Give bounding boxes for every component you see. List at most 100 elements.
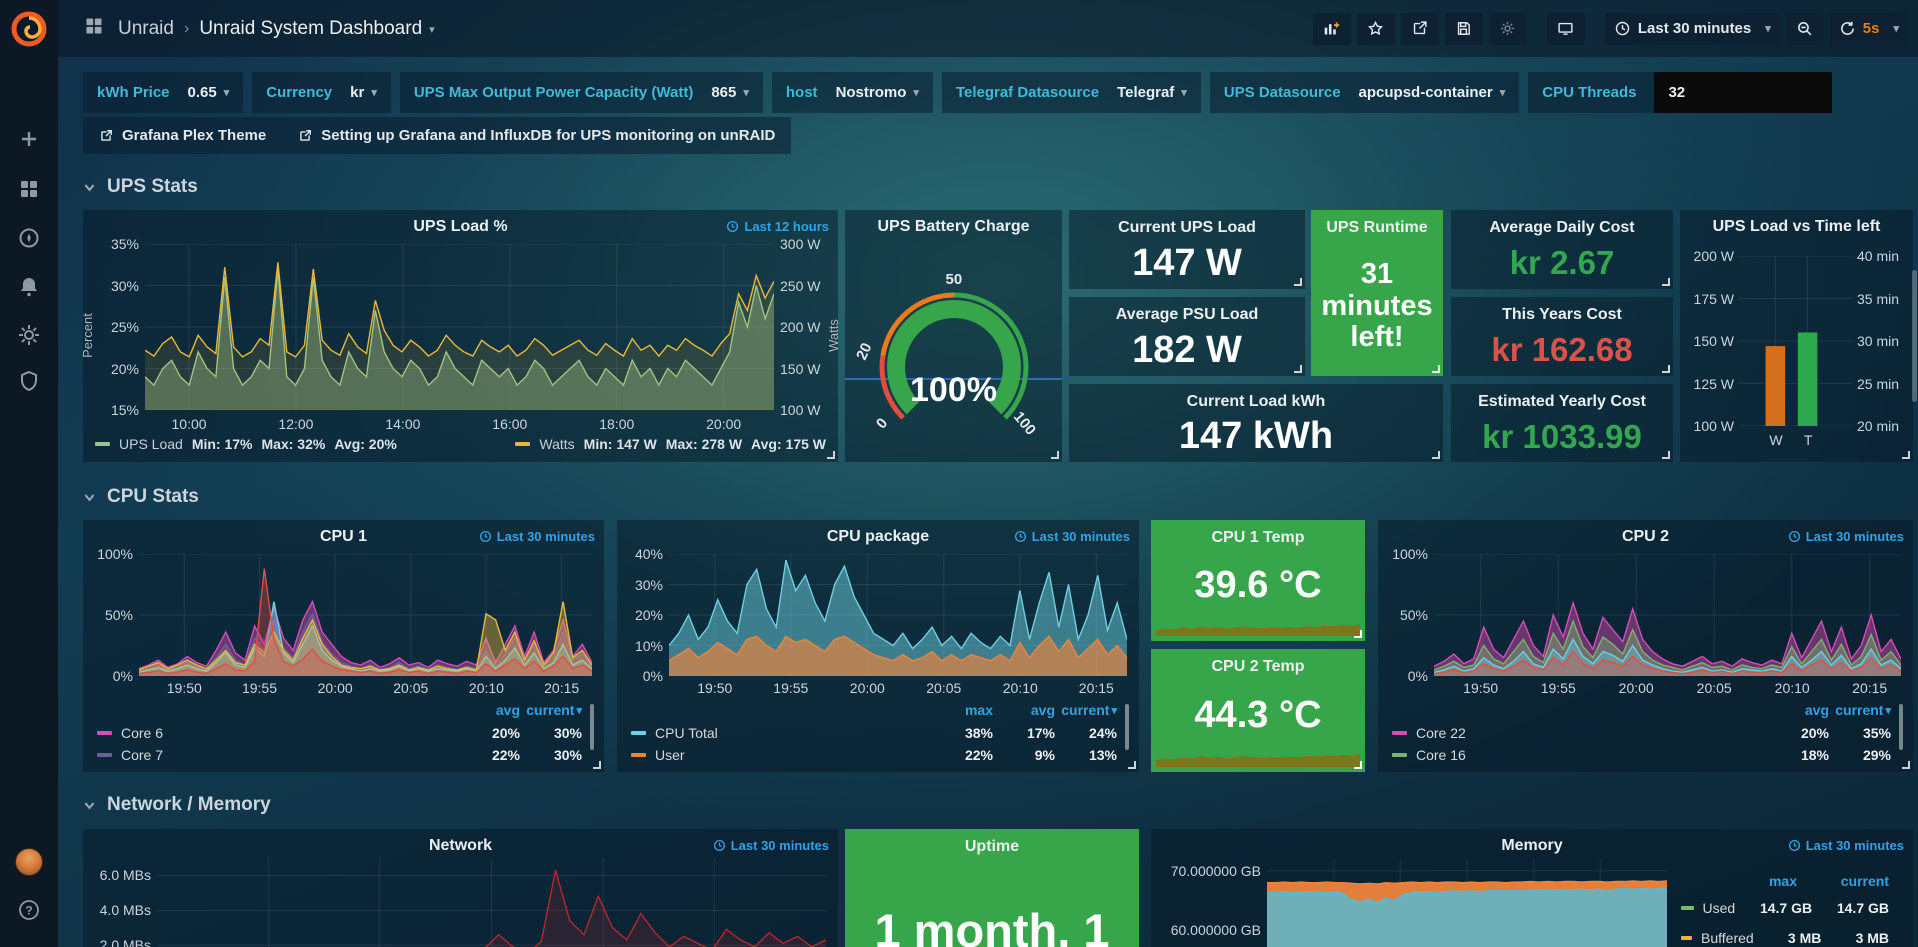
panel-title[interactable]: UPS Battery Charge: [845, 218, 1062, 236]
link-grafana-plex-theme[interactable]: Grafana Plex Theme: [83, 117, 282, 154]
add-panel-button[interactable]: [1313, 13, 1351, 45]
panel-title[interactable]: UPS Load vs Time left: [1680, 218, 1913, 236]
user-avatar[interactable]: [15, 848, 43, 876]
panel-title[interactable]: Estimated Yearly Cost: [1478, 393, 1646, 411]
variable-host[interactable]: hostNostromo: [772, 72, 933, 113]
panel-time-range[interactable]: Last 30 minutes: [1788, 838, 1904, 853]
legend-col-current[interactable]: current: [1055, 702, 1117, 722]
legend-col-avg[interactable]: avg: [993, 702, 1055, 722]
alerting-bell-icon[interactable]: [17, 275, 41, 299]
legend-col-current[interactable]: current: [1797, 873, 1889, 893]
panel-this-years-cost: This Years Cost kr 162.68: [1451, 297, 1673, 376]
time-range-picker[interactable]: Last 30 minutes: [1605, 13, 1780, 45]
variable-ups-datasource[interactable]: UPS Datasourceapcupsd-container: [1210, 72, 1519, 113]
grafana-logo-icon[interactable]: [9, 8, 49, 48]
x-axis: 19:5019:5520:0020:0520:1020:15: [1434, 680, 1901, 696]
panel-ups-load: UPS Load % Last 12 hours Percent Watts 3…: [83, 210, 838, 462]
bars-chart[interactable]: [1738, 256, 1853, 426]
dashboard-settings-button[interactable]: [1489, 13, 1527, 45]
panel-cpu1-temp: CPU 1 Temp 39.6 °C: [1151, 520, 1365, 641]
dashboard-picker-icon[interactable]: [84, 16, 104, 41]
series-label[interactable]: Core 16: [1416, 747, 1767, 763]
series-swatch: [631, 731, 646, 735]
panel-title[interactable]: Current UPS Load: [1118, 219, 1256, 237]
panel-time-range[interactable]: Last 30 minutes: [1014, 529, 1130, 544]
save-dashboard-button[interactable]: [1445, 13, 1483, 45]
configuration-gear-icon[interactable]: [17, 323, 41, 347]
help-icon[interactable]: ?: [17, 898, 41, 922]
ups-load-chart[interactable]: [145, 244, 774, 410]
battery-gauge[interactable]: 0 20 50 100 100%: [854, 279, 1054, 439]
legend-col-max[interactable]: max: [1705, 873, 1797, 893]
panel-title[interactable]: This Years Cost: [1502, 306, 1622, 324]
panel-title[interactable]: Current Load kWh: [1187, 393, 1326, 411]
legend-scrollbar[interactable]: [590, 704, 594, 750]
panel-title[interactable]: Average Daily Cost: [1489, 219, 1634, 237]
legend-col-avg[interactable]: avg: [1767, 702, 1829, 722]
panel-uptime: Uptime 1 month, 1: [845, 829, 1139, 947]
zoom-out-time-button[interactable]: [1786, 13, 1824, 45]
series-swatch: [515, 442, 530, 446]
legend-scrollbar[interactable]: [1125, 704, 1129, 750]
panel-time-range[interactable]: Last 30 minutes: [479, 529, 595, 544]
legend-col-current[interactable]: current: [1829, 702, 1891, 722]
variable-ups-max-output[interactable]: UPS Max Output Power Capacity (Watt)865: [400, 72, 763, 113]
panel-time-range[interactable]: Last 12 hours: [726, 219, 829, 234]
network-chart[interactable]: [157, 858, 826, 947]
share-dashboard-button[interactable]: [1401, 13, 1439, 45]
series-label[interactable]: CPU Total: [655, 725, 931, 741]
cpu-package-chart[interactable]: [669, 554, 1127, 676]
stat-value: kr 1033.99: [1482, 411, 1642, 462]
legend-item-ups-load[interactable]: UPS LoadMin: 17%Max: 32%Avg: 20%: [95, 436, 397, 452]
panel-time-range[interactable]: Last 30 minutes: [1788, 529, 1904, 544]
series-label[interactable]: Core 22: [1416, 725, 1767, 741]
legend-row: Core 1618%29%: [1392, 744, 1905, 766]
legend-col-current[interactable]: current: [520, 702, 582, 722]
panel-memory: Memory Last 30 minutes 70.000000 GB60.00…: [1151, 829, 1913, 947]
panel-title[interactable]: UPS Load %: [83, 218, 838, 236]
y-axis-left: 40%30%20%10%0%: [627, 554, 663, 676]
cpu-threads-input[interactable]: [1654, 72, 1832, 113]
panel-time-range[interactable]: Last 30 minutes: [713, 838, 829, 853]
dashboards-icon[interactable]: [17, 177, 41, 201]
variable-telegraf-datasource[interactable]: Telegraf DatasourceTelegraf: [942, 72, 1201, 113]
panel-title[interactable]: Uptime: [965, 838, 1019, 856]
time-range-label: Last 30 minutes: [1638, 20, 1751, 37]
panel-title[interactable]: UPS Runtime: [1326, 219, 1427, 237]
series-label[interactable]: Used: [1703, 900, 1736, 916]
series-label[interactable]: Core 6: [121, 725, 458, 741]
page-title[interactable]: Unraid System Dashboard: [199, 18, 434, 40]
legend-col-avg[interactable]: avg: [458, 702, 520, 722]
server-admin-shield-icon[interactable]: [17, 369, 41, 393]
gauge-tick: 50: [946, 271, 963, 288]
cpu2-chart[interactable]: [1434, 554, 1901, 676]
breadcrumb-folder[interactable]: Unraid: [118, 18, 174, 40]
tv-mode-button[interactable]: [1547, 13, 1585, 45]
section-cpu-stats[interactable]: CPU Stats: [83, 486, 199, 508]
section-ups-stats[interactable]: UPS Stats: [83, 176, 198, 198]
memory-chart[interactable]: [1267, 859, 1667, 947]
clock-icon: [713, 839, 726, 852]
legend-item-watts[interactable]: WattsMin: 147 WMax: 278 WAvg: 175 W: [515, 436, 826, 452]
series-label[interactable]: User: [655, 747, 931, 763]
explore-icon[interactable]: [17, 226, 41, 250]
panel-network: Network Last 30 minutes 6.0 MBs4.0 MBs2.…: [83, 829, 838, 947]
panel-title[interactable]: CPU 2 Temp: [1211, 658, 1304, 676]
create-icon[interactable]: [17, 127, 41, 151]
series-label[interactable]: Buffered: [1701, 930, 1754, 946]
series-label[interactable]: Core 7: [121, 747, 458, 763]
panel-title[interactable]: Average PSU Load: [1116, 306, 1259, 324]
legend-scrollbar[interactable]: [1899, 704, 1903, 750]
variable-kwh-price[interactable]: kWh Price0.65: [83, 72, 243, 113]
link-ups-monitoring-guide[interactable]: Setting up Grafana and InfluxDB for UPS …: [282, 117, 791, 154]
cpu1-chart[interactable]: [139, 554, 592, 676]
star-dashboard-button[interactable]: [1357, 13, 1395, 45]
refresh-picker[interactable]: 5s: [1830, 13, 1908, 45]
variable-currency[interactable]: Currencykr: [252, 72, 391, 113]
breadcrumb: Unraid › Unraid System Dashboard: [118, 18, 435, 40]
page-scrollbar[interactable]: [1912, 270, 1917, 402]
legend-col-max[interactable]: max: [931, 702, 993, 722]
y-axis-left: 100%50%0%: [1388, 554, 1428, 676]
section-network-memory[interactable]: Network / Memory: [83, 794, 271, 816]
panel-title[interactable]: CPU 1 Temp: [1211, 529, 1304, 547]
